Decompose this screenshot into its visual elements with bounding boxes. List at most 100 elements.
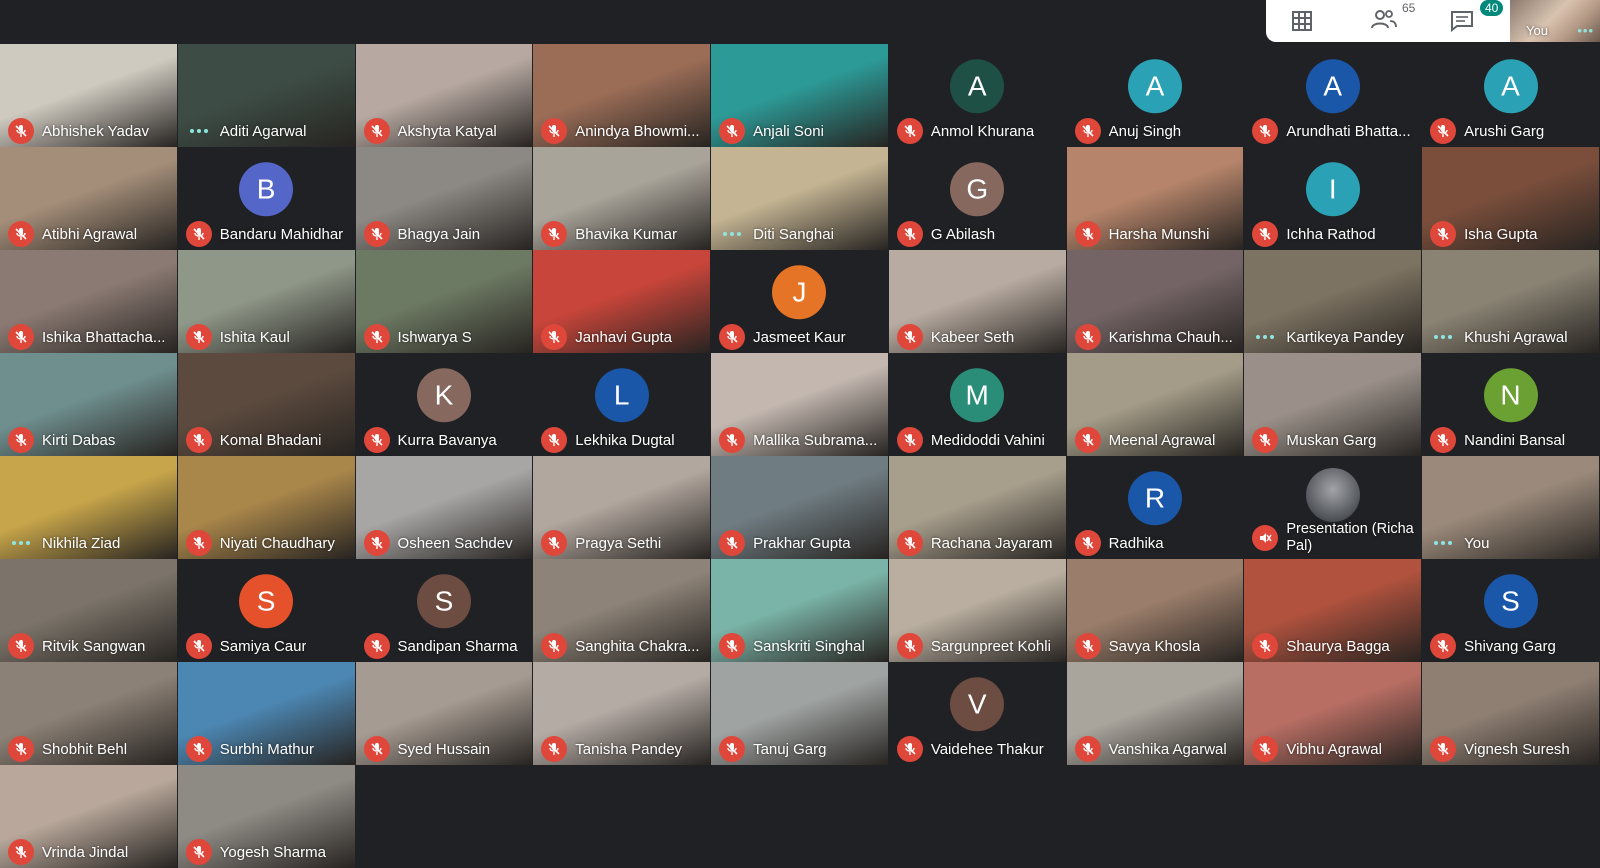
participant-tile[interactable]: Yogesh Sharma [177, 765, 356, 868]
participant-tile[interactable]: L Lekhika Dugtal [533, 353, 712, 456]
participant-tile[interactable]: J Jasmeet Kaur [711, 250, 889, 353]
mic-off-icon [8, 633, 34, 659]
participant-tile[interactable]: Akshyta Katyal [355, 44, 534, 147]
speaking-indicator-icon [186, 118, 212, 144]
tile-layout-button[interactable] [1280, 0, 1324, 42]
participant-name: Sanghita Chakra... [575, 637, 700, 655]
participant-label: Osheen Sachdev [356, 530, 531, 556]
participant-tile[interactable]: A Arundhati Bhatta... [1244, 44, 1423, 147]
participant-name: You [1464, 534, 1490, 552]
participant-tile[interactable]: Isha Gupta [1422, 147, 1600, 250]
participant-tile[interactable]: Kirti Dabas [0, 353, 178, 456]
participant-tile[interactable]: Tanisha Pandey [533, 662, 712, 765]
participant-tile[interactable]: B Bandaru Mahidhar [177, 147, 356, 250]
participant-tile[interactable]: Shobhit Behl [0, 662, 178, 765]
participant-tile[interactable]: Sanskriti Singhal [711, 559, 889, 662]
participant-tile[interactable]: Anjali Soni [711, 44, 889, 147]
avatar: L [594, 367, 649, 422]
participant-label: Atibhi Agrawal [0, 221, 175, 247]
participant-label: Sanskriti Singhal [711, 633, 886, 659]
participant-tile[interactable]: Aditi Agarwal [177, 44, 356, 147]
mic-off-icon [185, 736, 212, 762]
participant-tile[interactable]: N Nandini Bansal [1422, 353, 1600, 456]
participant-tile[interactable]: Ishika Bhattacha... [0, 250, 178, 353]
more-options-icon[interactable]: ••• [1577, 23, 1594, 38]
participant-tile[interactable]: Janhavi Gupta [533, 250, 712, 353]
self-view-thumbnail[interactable]: You ••• [1510, 0, 1600, 42]
participant-tile[interactable]: Vignesh Suresh [1422, 662, 1600, 765]
participant-tile[interactable]: Savya Khosla [1066, 559, 1245, 662]
participant-tile[interactable]: Vibhu Agrawal [1244, 662, 1423, 765]
participant-tile[interactable]: Tanuj Garg [711, 662, 889, 765]
participant-tile[interactable]: V Vaidehee Thakur [888, 662, 1067, 765]
participant-tile[interactable]: Presentation (Richa Pal) [1244, 456, 1423, 559]
mic-off-icon [1430, 633, 1457, 659]
chat-button[interactable]: 40 [1446, 0, 1506, 42]
participant-name: Anjali Soni [753, 122, 824, 140]
participant-tile[interactable]: Abhishek Yadav [0, 44, 178, 147]
participant-name: Anmol Khurana [930, 122, 1035, 140]
participant-tile[interactable]: Vrinda Jindal [0, 765, 178, 868]
participant-tile[interactable]: Muskan Garg [1244, 353, 1423, 456]
participant-name: Kabeer Seth [930, 328, 1015, 346]
participant-tile[interactable]: You [1422, 456, 1600, 559]
avatar: R [1127, 470, 1182, 525]
participant-tile[interactable]: K Kurra Bavanya [355, 353, 534, 456]
participant-tile[interactable]: Vanshika Agarwal [1066, 662, 1245, 765]
participant-tile[interactable]: Mallika Subrama... [711, 353, 889, 456]
participants-button[interactable]: 65 [1366, 0, 1426, 42]
mic-off-icon [541, 530, 568, 556]
participant-name: Sargunpreet Kohli [930, 637, 1051, 655]
participant-tile[interactable]: Ishwarya S [355, 250, 534, 353]
mic-off-icon [1430, 118, 1457, 144]
participant-tile[interactable]: Bhavika Kumar [533, 147, 712, 250]
participant-tile[interactable]: Ritvik Sangwan [0, 559, 178, 662]
meeting-toolbar: 65 40 You ••• [1266, 0, 1600, 42]
participant-tile[interactable]: Atibhi Agrawal [0, 147, 178, 250]
participant-tile[interactable]: Bhagya Jain [355, 147, 534, 250]
participant-tile[interactable]: Meenal Agrawal [1066, 353, 1245, 456]
participant-tile[interactable]: G G Abilash [888, 147, 1067, 250]
participant-name: Bhavika Kumar [575, 225, 678, 243]
participant-tile[interactable]: Sanghita Chakra... [533, 559, 712, 662]
participant-tile[interactable]: Harsha Munshi [1066, 147, 1245, 250]
participant-tile[interactable]: Ishita Kaul [177, 250, 356, 353]
participant-tile[interactable]: Diti Sanghai [711, 147, 889, 250]
participant-tile[interactable]: R Radhika [1066, 456, 1245, 559]
participant-tile[interactable]: Sargunpreet Kohli [888, 559, 1067, 662]
participant-label: Yogesh Sharma [178, 839, 353, 865]
self-view-label: You [1526, 23, 1548, 38]
participant-tile[interactable]: S Shivang Garg [1422, 559, 1600, 662]
participant-tile[interactable]: Khushi Agrawal [1422, 250, 1600, 353]
mic-off-icon [363, 633, 390, 659]
mic-off-icon [363, 530, 390, 556]
participant-tile[interactable]: Shaurya Bagga [1244, 559, 1423, 662]
participant-tile[interactable]: S Sandipan Sharma [355, 559, 534, 662]
participant-tile[interactable]: Karishma Chauh... [1066, 250, 1245, 353]
participant-tile[interactable]: Osheen Sachdev [355, 456, 534, 559]
participant-label: G Abilash [889, 221, 1064, 247]
participant-label: Savya Khosla [1067, 633, 1242, 659]
participant-tile[interactable]: Anindya Bhowmi... [533, 44, 712, 147]
participant-tile[interactable]: M Medidoddi Vahini [888, 353, 1067, 456]
participant-tile[interactable]: Niyati Chaudhary [177, 456, 356, 559]
participant-tile[interactable]: A Anuj Singh [1066, 44, 1245, 147]
participant-tile[interactable]: Rachana Jayaram [888, 456, 1067, 559]
participant-tile[interactable]: A Arushi Garg [1422, 44, 1600, 147]
participant-tile[interactable]: A Anmol Khurana [888, 44, 1067, 147]
participant-tile[interactable]: Nikhila Ziad [0, 456, 178, 559]
participant-tile[interactable]: I Ichha Rathod [1244, 147, 1423, 250]
participant-label: Meenal Agrawal [1067, 427, 1242, 453]
participant-tile[interactable]: Pragya Sethi [533, 456, 712, 559]
participant-tile[interactable]: Komal Bhadani [177, 353, 356, 456]
participant-tile[interactable]: Kabeer Seth [888, 250, 1067, 353]
participant-tile[interactable]: Kartikeya Pandey [1244, 250, 1423, 353]
participant-name: Niyati Chaudhary [219, 534, 335, 552]
mic-off-icon [1074, 736, 1101, 762]
participant-label: Vibhu Agrawal [1244, 736, 1419, 762]
participant-tile[interactable]: Syed Hussain [355, 662, 534, 765]
participant-tile[interactable]: S Samiya Caur [177, 559, 356, 662]
participant-tile[interactable]: Prakhar Gupta [711, 456, 889, 559]
participant-tile[interactable]: Surbhi Mathur [177, 662, 356, 765]
participant-label: Abhishek Yadav [0, 118, 175, 144]
